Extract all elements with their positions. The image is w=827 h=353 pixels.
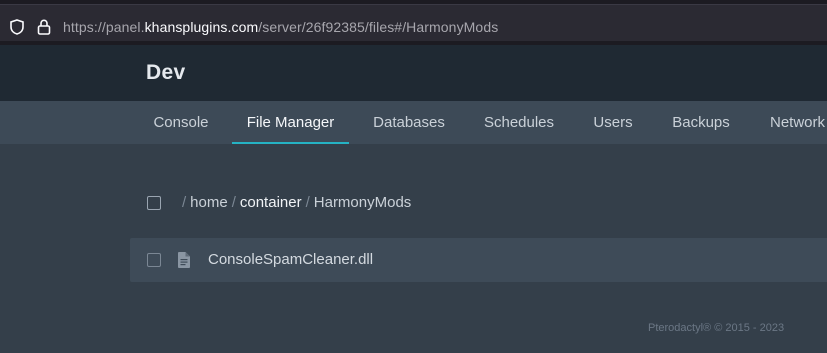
shield-icon[interactable] — [10, 19, 24, 35]
select-all-checkbox[interactable] — [147, 196, 161, 210]
server-header: Dev — [0, 45, 827, 101]
breadcrumb-separator: / — [231, 194, 236, 211]
tab-file-manager[interactable]: File Manager — [232, 101, 349, 144]
tab-databases[interactable]: Databases — [364, 101, 454, 144]
url-host: khansplugins.com — [144, 19, 259, 35]
file-icon — [178, 252, 190, 268]
breadcrumb-current: HarmonyMods — [313, 194, 412, 211]
file-select-checkbox[interactable] — [147, 253, 161, 267]
browser-url-bar: https://panel.khansplugins.com/server/26… — [0, 0, 827, 45]
tab-network[interactable]: Network — [760, 101, 827, 144]
server-name: Dev — [146, 61, 186, 84]
server-nav-tabs: Console File Manager Databases Schedules… — [0, 101, 827, 144]
breadcrumb-separator: / — [182, 194, 187, 211]
file-row[interactable]: ConsoleSpamCleaner.dll — [130, 238, 827, 282]
breadcrumb-home[interactable]: home — [190, 194, 228, 211]
url-prefix: https://panel. — [63, 19, 145, 35]
url-text[interactable]: https://panel.khansplugins.com/server/26… — [63, 19, 498, 35]
tab-console[interactable]: Console — [140, 101, 222, 144]
tab-backups[interactable]: Backups — [662, 101, 740, 144]
file-name[interactable]: ConsoleSpamCleaner.dll — [208, 251, 373, 268]
tab-schedules[interactable]: Schedules — [474, 101, 564, 144]
footer-copyright: Pterodactyl® © 2015 - 2023 — [648, 322, 785, 334]
breadcrumb-separator: / — [305, 194, 310, 211]
address-field[interactable]: https://panel.khansplugins.com/server/26… — [0, 4, 827, 41]
url-path: /server/26f92385/files#/HarmonyMods — [258, 19, 499, 35]
breadcrumb-container[interactable]: container — [240, 194, 302, 211]
lock-icon[interactable] — [37, 19, 51, 35]
breadcrumb: / home / container / HarmonyMods — [178, 194, 411, 211]
tab-users[interactable]: Users — [584, 101, 642, 144]
